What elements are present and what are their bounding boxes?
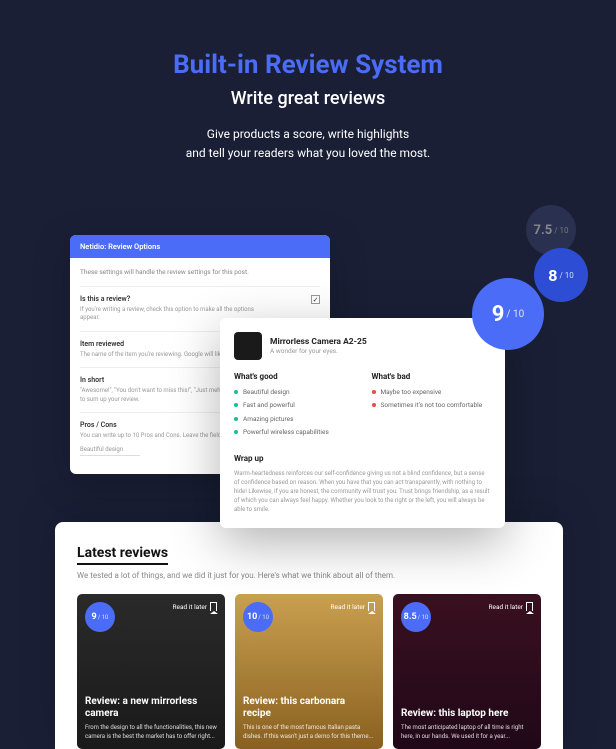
review-card-laptop[interactable]: 8.5/ 10 Read it later Review: this lapto… (393, 594, 541, 749)
product-name: Mirrorless Camera A2-25 (270, 337, 367, 347)
wrapup-title: Wrap up (234, 454, 491, 463)
latest-reviews-title: Latest reviews (77, 545, 168, 565)
card-title: Review: this laptop here (401, 708, 533, 720)
bullet-bad-icon (372, 403, 376, 407)
review-preview-card: Mirrorless Camera A2-25 A wonder for you… (220, 318, 505, 528)
score-bubble-8: 8 / 10 (534, 248, 588, 302)
is-review-checkbox[interactable]: ✓ (311, 295, 320, 304)
card-title: Review: a new mirrorless camera (85, 696, 217, 720)
hero-section: Built-in Review System Write great revie… (0, 0, 616, 193)
card-desc: This is one of the most famous Italian p… (243, 724, 375, 741)
hero-desc-line1: Give products a score, write highlights (60, 125, 556, 144)
card-score-badge: 10/ 10 (243, 602, 273, 632)
read-later-button[interactable]: Read it later (173, 602, 217, 611)
review-card-carbonara[interactable]: 10/ 10 Read it later Review: this carbon… (235, 594, 383, 749)
card-score-badge: 9/ 10 (85, 602, 115, 632)
card-title: Review: this carbonara recipe (243, 696, 375, 720)
hero-subtitle: Write great reviews (60, 88, 556, 109)
options-panel-header: Netidio: Review Options (70, 235, 330, 258)
hero-title: Built-in Review System (60, 50, 556, 80)
wrapup-text: Warm-heartedness reinforces our self-con… (234, 469, 491, 514)
read-later-button[interactable]: Read it later (331, 602, 375, 611)
card-desc: The most anticipated laptop of all time … (401, 724, 533, 741)
bullet-good-icon (234, 417, 238, 421)
whats-bad-title: What's bad (372, 372, 492, 381)
bullet-good-icon (234, 390, 238, 394)
bookmark-icon (526, 602, 533, 611)
product-tagline: A wonder for your eyes. (270, 347, 367, 355)
read-later-button[interactable]: Read it later (489, 602, 533, 611)
bullet-bad-icon (372, 390, 376, 394)
bookmark-icon (368, 602, 375, 611)
bullet-good-icon (234, 403, 238, 407)
card-score-badge: 8.5/ 10 (401, 602, 431, 632)
options-intro: These settings will handle the review se… (80, 268, 320, 276)
score-bubble-75: 7.5 / 10 (526, 205, 576, 255)
latest-reviews-desc: We tested a lot of things, and we did it… (77, 571, 541, 580)
review-card-camera[interactable]: 9/ 10 Read it later Review: a new mirror… (77, 594, 225, 749)
score-bubble-9: 9 / 10 (472, 278, 544, 350)
pros-cons-input[interactable]: Beautiful design (80, 444, 140, 456)
product-image (234, 332, 262, 360)
latest-reviews-section: Latest reviews We tested a lot of things… (55, 522, 563, 749)
whats-good-title: What's good (234, 372, 354, 381)
bullet-good-icon (234, 430, 238, 434)
bookmark-icon (210, 602, 217, 611)
card-desc: From the design to all the functionaliti… (85, 724, 217, 741)
hero-desc-line2: and tell your readers what you loved the… (60, 144, 556, 163)
